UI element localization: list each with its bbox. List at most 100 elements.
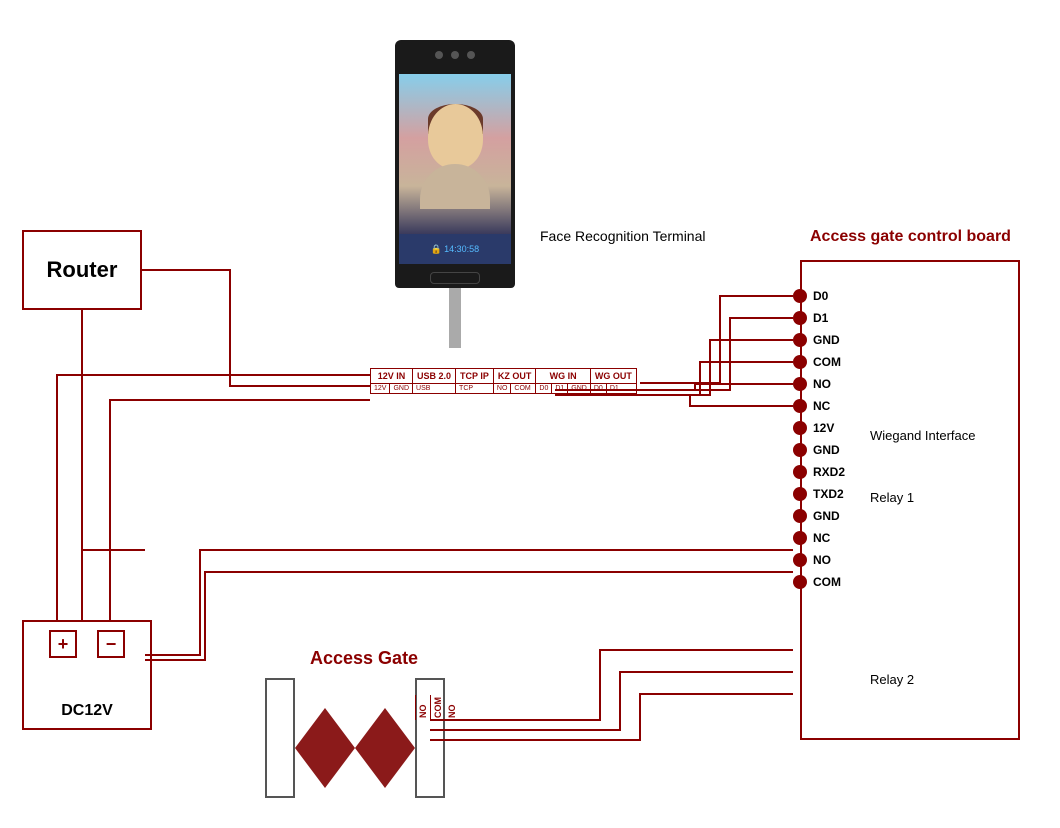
router-box: Router xyxy=(22,230,142,310)
pin-dot-gnd2 xyxy=(793,443,807,457)
face-head xyxy=(428,104,483,169)
pin-gnd-wgin: GND xyxy=(568,384,590,393)
board-pin-row-12v: 12V xyxy=(793,417,853,439)
connector-group-12v: 12V IN 12V GND xyxy=(371,369,413,393)
pin-label-com1: COM xyxy=(813,355,853,369)
board-pin-row-no1: NO xyxy=(793,373,853,395)
board-pin-row-txd2: TXD2 xyxy=(793,483,853,505)
gate-no2-label: NO xyxy=(445,695,459,720)
connector-12v-label: 12V IN xyxy=(371,369,412,384)
pin-gnd-1: GND xyxy=(390,384,412,393)
pin-dot-no2 xyxy=(793,553,807,567)
connector-tcp-pins: TCP xyxy=(456,384,493,393)
battery-box: + − DC12V xyxy=(22,620,152,730)
battery-plus-terminal: + xyxy=(49,630,77,658)
connector-block: 12V IN 12V GND USB 2.0 USB TCP IP TCP KZ… xyxy=(370,368,637,394)
terminal-mic-dot xyxy=(467,51,475,59)
pin-com-kz: COM xyxy=(511,384,533,393)
terminal-head xyxy=(395,40,515,70)
board-pin-row-com2: COM xyxy=(793,571,853,593)
pin-label-gnd3: GND xyxy=(813,509,853,523)
pin-label-gnd1: GND xyxy=(813,333,853,347)
pin-dot-com1 xyxy=(793,355,807,369)
router-label: Router xyxy=(47,257,118,283)
pin-no-kz: NO xyxy=(494,384,512,393)
face-silhouette xyxy=(420,99,490,209)
terminal-screen-frame: 🔒 14:30:58 xyxy=(395,70,515,268)
pin-dot-nc1 xyxy=(793,399,807,413)
pin-label-com2: COM xyxy=(813,575,853,589)
board-pin-row-com1: COM xyxy=(793,351,853,373)
pin-label-d0: D0 xyxy=(813,289,853,303)
board-pin-row-rxd2: RXD2 xyxy=(793,461,853,483)
terminal-time-display: 🔒 14:30:58 xyxy=(431,244,479,255)
battery-minus-terminal: − xyxy=(97,630,125,658)
connector-usb-label: USB 2.0 xyxy=(413,369,455,384)
relay2-label: Relay 2 xyxy=(870,672,914,687)
pin-label-gnd2: GND xyxy=(813,443,853,457)
terminal-face-display xyxy=(399,74,511,234)
pin-label-nc1: NC xyxy=(813,399,853,413)
face-recognition-terminal: 🔒 14:30:58 xyxy=(380,40,530,348)
pin-dot-com2 xyxy=(793,575,807,589)
pin-dot-d0 xyxy=(793,289,807,303)
lock-icon: 🔒 xyxy=(431,244,442,255)
connector-wgin-label: WG IN xyxy=(536,369,589,384)
board-pin-row-gnd1: GND xyxy=(793,329,853,351)
connector-kzout-label: KZ OUT xyxy=(494,369,536,384)
connector-group-wgin: WG IN D0 D1 GND xyxy=(536,369,590,393)
pin-dot-nc2 xyxy=(793,531,807,545)
pin-d0-in: D0 xyxy=(536,384,552,393)
pin-dot-no1 xyxy=(793,377,807,391)
pin-dot-gnd1 xyxy=(793,333,807,347)
gate-no-label: NO xyxy=(415,695,430,720)
pin-d1-in: D1 xyxy=(552,384,568,393)
terminal-card-reader xyxy=(430,272,480,284)
gate-post-left xyxy=(265,678,295,798)
gate-wing-left xyxy=(295,708,355,788)
battery-label: DC12V xyxy=(61,702,113,720)
terminal-sensor-dot xyxy=(451,51,459,59)
pin-dot-txd2 xyxy=(793,487,807,501)
pin-label-rxd2: RXD2 xyxy=(813,465,853,479)
board-pins: D0 D1 GND COM NO NC 12V GND RXD2 TXD2 GN… xyxy=(793,285,853,593)
terminal-time: 14:30:58 xyxy=(444,244,479,254)
board-pin-row-d0: D0 xyxy=(793,285,853,307)
access-gate-label: Access Gate xyxy=(310,648,418,669)
board-pin-row-gnd2: GND xyxy=(793,439,853,461)
terminal-bottom-bar: 🔒 14:30:58 xyxy=(399,234,511,264)
pin-label-12v: 12V xyxy=(813,421,853,435)
terminal-base xyxy=(395,268,515,288)
gate-wing-right xyxy=(355,708,415,788)
wiegand-interface-label: Wiegand Interface xyxy=(870,428,976,443)
connector-wgin-pins: D0 D1 GND xyxy=(536,384,589,393)
control-board-title: Access gate control board xyxy=(810,228,1011,246)
pin-dot-d1 xyxy=(793,311,807,325)
connector-wgout-pins: D0 D1 xyxy=(591,384,636,393)
gate-com-label: COM xyxy=(430,695,445,720)
pin-d1-out: D1 xyxy=(607,384,622,393)
pin-usb: USB xyxy=(413,384,433,393)
pin-d0-out: D0 xyxy=(591,384,607,393)
pin-label-no2: NO xyxy=(813,553,853,567)
connector-wgout-label: WG OUT xyxy=(591,369,636,384)
board-pin-row-gnd3: GND xyxy=(793,505,853,527)
connector-usb-pins: USB xyxy=(413,384,455,393)
pin-tcp: TCP xyxy=(456,384,476,393)
connector-group-kzout: KZ OUT NO COM xyxy=(494,369,537,393)
board-pin-row-d1: D1 xyxy=(793,307,853,329)
pin-label-d1: D1 xyxy=(813,311,853,325)
pin-dot-12v xyxy=(793,421,807,435)
board-pin-row-nc2: NC xyxy=(793,527,853,549)
connector-12v-pins: 12V GND xyxy=(371,384,412,393)
connector-tcp-label: TCP IP xyxy=(456,369,493,384)
pin-label-txd2: TXD2 xyxy=(813,487,853,501)
terminal-label: Face Recognition Terminal xyxy=(540,228,706,244)
connector-group-wgout: WG OUT D0 D1 xyxy=(591,369,636,393)
board-pin-row-no2: NO xyxy=(793,549,853,571)
connector-group-usb: USB 2.0 USB xyxy=(413,369,456,393)
terminal-screen xyxy=(399,74,511,234)
board-pin-row-nc1: NC xyxy=(793,395,853,417)
connector-group-tcp: TCP IP TCP xyxy=(456,369,494,393)
pin-label-nc2: NC xyxy=(813,531,853,545)
